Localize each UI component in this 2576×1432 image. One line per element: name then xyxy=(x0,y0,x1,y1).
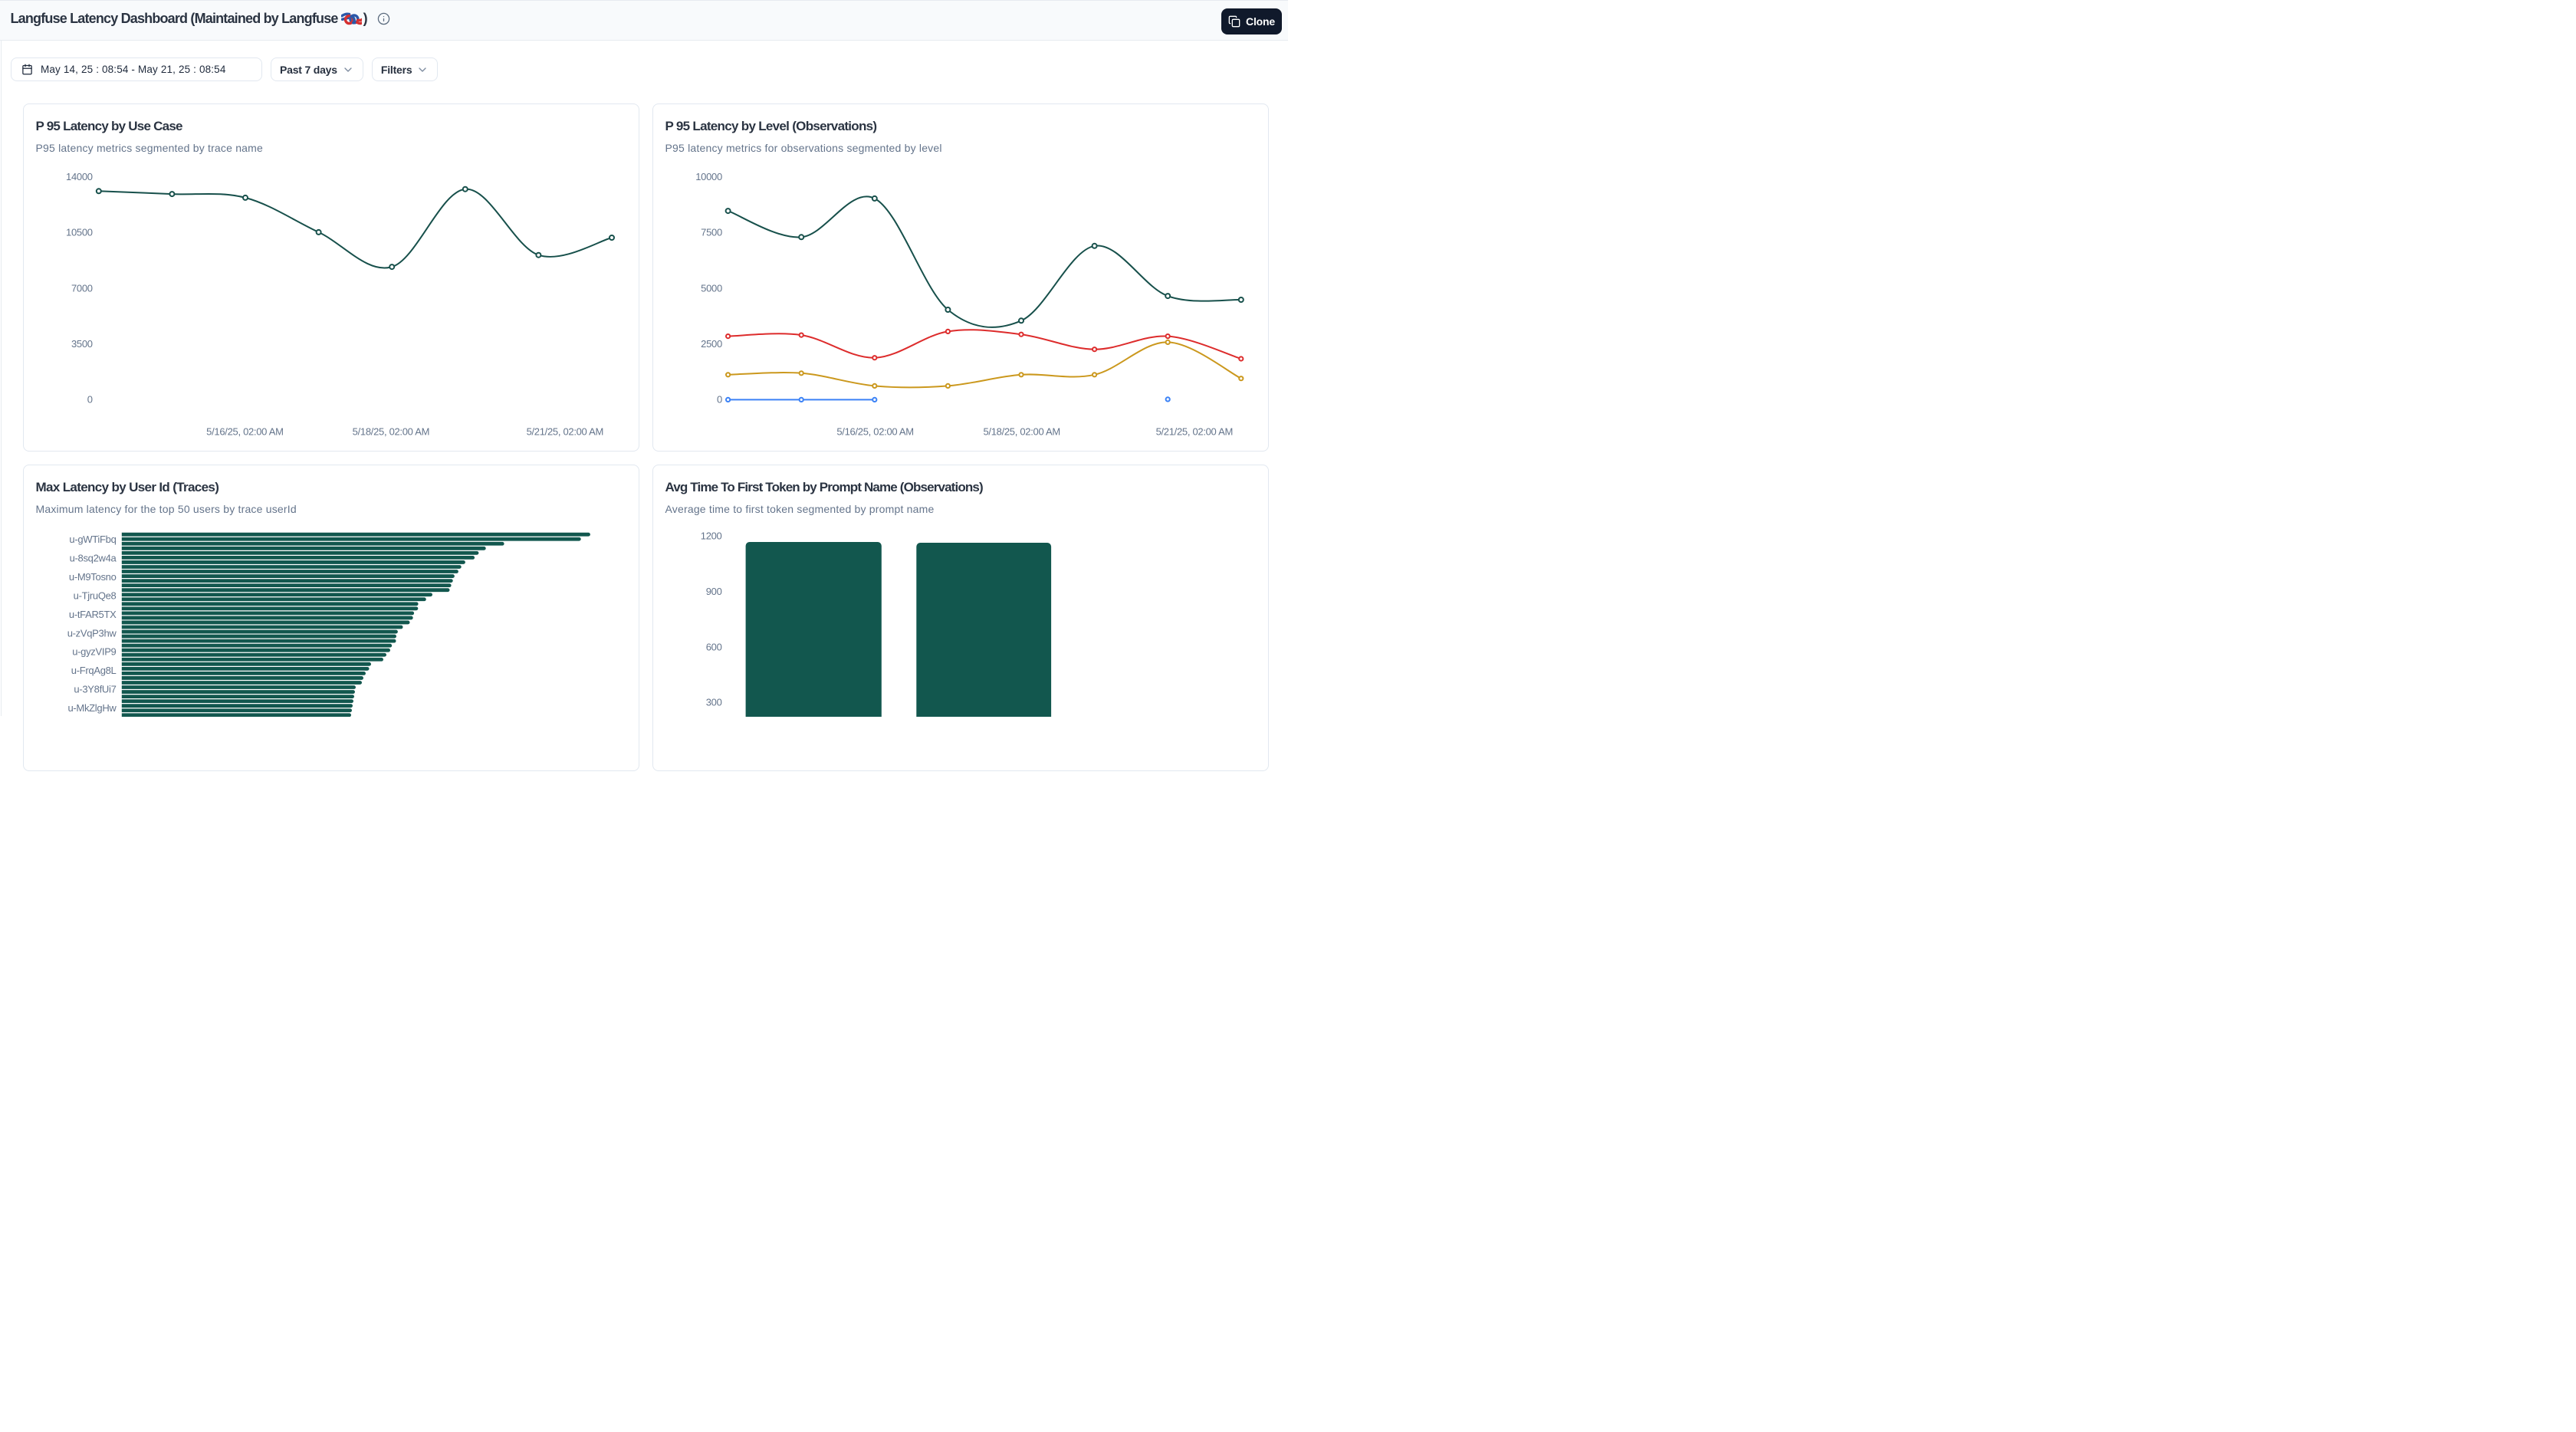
svg-text:0: 0 xyxy=(717,394,722,406)
svg-text:u-3Y8fUi7: u-3Y8fUi7 xyxy=(74,684,116,695)
svg-text:0: 0 xyxy=(87,394,93,406)
svg-text:7000: 7000 xyxy=(71,282,93,294)
svg-text:u-zVqP3hw: u-zVqP3hw xyxy=(67,627,117,639)
svg-text:900: 900 xyxy=(706,586,722,597)
svg-text:u-MkZlgHw: u-MkZlgHw xyxy=(67,702,117,714)
svg-text:14000: 14000 xyxy=(66,171,93,182)
svg-text:3500: 3500 xyxy=(71,338,93,350)
svg-text:7500: 7500 xyxy=(701,227,722,238)
svg-text:u-FrqAg8L: u-FrqAg8L xyxy=(71,665,117,676)
svg-text:u-gyzVIP9: u-gyzVIP9 xyxy=(72,646,116,658)
svg-text:5/18/25, 02:00 AM: 5/18/25, 02:00 AM xyxy=(353,425,429,437)
svg-text:u-M9Tosno: u-M9Tosno xyxy=(69,571,117,583)
svg-text:5000: 5000 xyxy=(701,282,722,294)
svg-text:5/18/25, 02:00 AM: 5/18/25, 02:00 AM xyxy=(983,425,1060,437)
svg-text:10500: 10500 xyxy=(66,227,93,238)
svg-text:u-tFAR5TX: u-tFAR5TX xyxy=(69,609,117,620)
svg-text:5/21/25, 02:00 AM: 5/21/25, 02:00 AM xyxy=(527,425,603,437)
svg-text:u-gWTiFbq: u-gWTiFbq xyxy=(69,534,116,545)
svg-text:1200: 1200 xyxy=(701,530,722,542)
svg-text:u-TjruQe8: u-TjruQe8 xyxy=(74,590,117,601)
svg-text:2500: 2500 xyxy=(701,338,722,350)
svg-text:10000: 10000 xyxy=(695,171,722,182)
svg-text:300: 300 xyxy=(706,697,722,708)
svg-text:5/21/25, 02:00 AM: 5/21/25, 02:00 AM xyxy=(1156,425,1233,437)
svg-text:5/16/25, 02:00 AM: 5/16/25, 02:00 AM xyxy=(206,425,283,437)
svg-text:5/16/25, 02:00 AM: 5/16/25, 02:00 AM xyxy=(836,425,913,437)
svg-text:u-8sq2w4a: u-8sq2w4a xyxy=(70,553,117,564)
svg-text:600: 600 xyxy=(706,641,722,652)
